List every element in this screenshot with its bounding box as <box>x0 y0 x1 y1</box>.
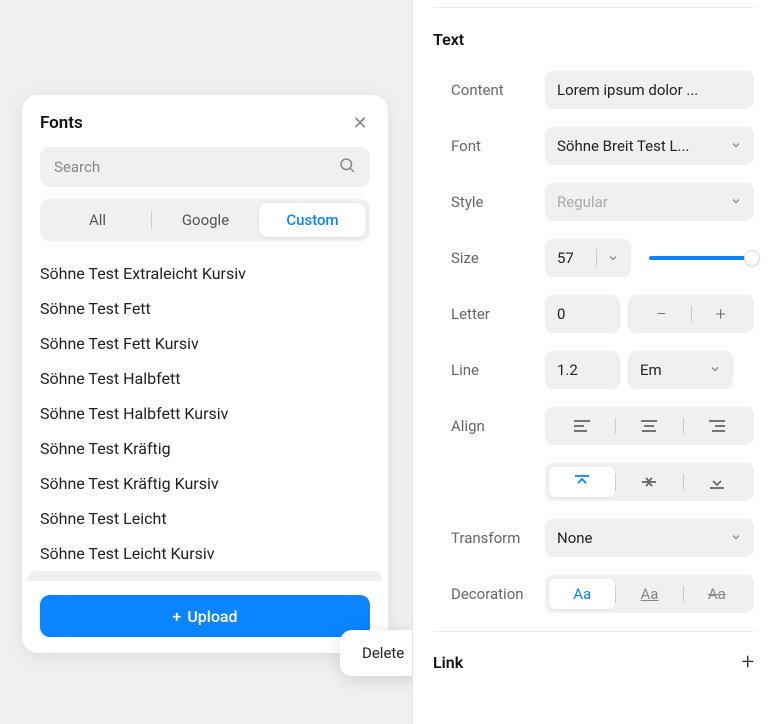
decoration-row: Decoration Aa Aa Aa <box>433 575 754 613</box>
align-label: Align <box>433 417 545 435</box>
font-list[interactable]: Söhne Test Extraleicht Kursiv Söhne Test… <box>22 251 388 581</box>
font-item[interactable]: Söhne Test Leicht Kursiv <box>40 536 370 571</box>
decoration-label: Decoration <box>433 585 545 603</box>
style-dropdown[interactable]: Regular <box>545 183 754 221</box>
tab-custom[interactable]: Custom <box>259 203 366 237</box>
properties-panel: Text Content Lorem ipsum dolor ... Font … <box>412 0 770 724</box>
fonts-panel-header: Fonts ✕ <box>22 113 388 147</box>
slider-track <box>649 256 754 260</box>
font-item[interactable]: Söhne Test Kräftig <box>40 431 370 466</box>
decoration-underline-button[interactable]: Aa <box>616 579 682 609</box>
letter-label: Letter <box>433 305 545 323</box>
size-input[interactable] <box>557 249 592 267</box>
font-item[interactable]: Söhne Test Halbfett Kursiv <box>40 396 370 431</box>
valign-top-button[interactable] <box>549 467 615 497</box>
style-row: Style Regular <box>433 183 754 221</box>
line-label: Line <box>433 361 545 379</box>
upload-button-label: Upload <box>187 607 237 626</box>
content-value: Lorem ipsum dolor ... <box>557 81 698 99</box>
line-input[interactable] <box>545 351 620 389</box>
valign-middle-button[interactable] <box>616 467 682 497</box>
divider <box>596 249 597 267</box>
decoration-strikethrough-button[interactable]: Aa <box>684 579 750 609</box>
line-unit-dropdown[interactable]: Em <box>628 351 733 389</box>
text-section-title: Text <box>433 30 754 49</box>
plus-button[interactable]: + <box>692 304 751 325</box>
font-label: Font <box>433 137 545 155</box>
chevron-down-icon <box>730 529 742 547</box>
search-icon <box>338 156 356 178</box>
align-right-button[interactable] <box>684 411 750 441</box>
font-row: Font Söhne Breit Test L... <box>433 127 754 165</box>
font-item[interactable]: Söhne Test Leicht <box>40 501 370 536</box>
transform-label: Transform <box>433 529 545 547</box>
font-item[interactable]: Söhne Test Fett <box>40 291 370 326</box>
decoration-none-button[interactable]: Aa <box>549 579 615 609</box>
transform-row: Transform None <box>433 519 754 557</box>
size-slider[interactable] <box>649 256 754 260</box>
size-stepper[interactable] <box>545 239 631 277</box>
tab-all[interactable]: All <box>44 203 151 237</box>
content-input[interactable]: Lorem ipsum dolor ... <box>545 71 754 109</box>
font-item[interactable]: Söhne Test Kräftig Kursiv <box>40 466 370 501</box>
line-unit-value: Em <box>640 361 662 379</box>
align-left-button[interactable] <box>549 411 615 441</box>
font-item-label: ThatPaper Medium <box>40 579 176 581</box>
align-center-button[interactable] <box>616 411 682 441</box>
font-value: Söhne Breit Test L... <box>557 137 689 155</box>
size-label: Size <box>433 249 545 267</box>
chevron-down-icon <box>730 137 742 155</box>
link-section: Link + <box>433 631 754 675</box>
font-item[interactable]: Söhne Test Fett Kursiv <box>40 326 370 361</box>
valign-bottom-button[interactable] <box>684 467 750 497</box>
upload-button[interactable]: + Upload <box>40 595 370 637</box>
letter-stepper: − + <box>628 295 754 333</box>
size-row: Size <box>433 239 754 277</box>
style-label: Style <box>433 193 545 211</box>
tab-google[interactable]: Google <box>152 203 259 237</box>
search-input[interactable] <box>54 158 338 176</box>
chevron-down-icon[interactable] <box>601 249 625 268</box>
font-dropdown[interactable]: Söhne Breit Test L... <box>545 127 754 165</box>
link-section-title: Link <box>433 653 463 672</box>
style-value: Regular <box>557 193 608 211</box>
letter-row: Letter − + <box>433 295 754 333</box>
minus-button[interactable]: − <box>632 304 691 325</box>
font-source-tabs: All Google Custom <box>40 199 370 241</box>
chevron-down-icon <box>730 193 742 211</box>
font-item-selected[interactable]: ThatPaper Medium ••• <box>28 571 382 581</box>
more-icon[interactable]: ••• <box>347 579 370 581</box>
plus-icon: + <box>172 607 181 626</box>
panel-divider <box>433 0 754 8</box>
transform-value: None <box>557 529 593 547</box>
content-row: Content Lorem ipsum dolor ... <box>433 71 754 109</box>
line-row: Line Em <box>433 351 754 389</box>
fonts-panel: Fonts ✕ All Google Custom Söhne Test Ext… <box>22 95 388 653</box>
letter-input[interactable] <box>545 295 620 333</box>
font-item[interactable]: Söhne Test Halbfett <box>40 361 370 396</box>
content-label: Content <box>433 81 545 99</box>
valign-row <box>433 463 754 501</box>
text-align-group <box>545 407 754 445</box>
chevron-down-icon <box>709 361 721 379</box>
add-link-button[interactable]: + <box>742 650 754 675</box>
vertical-align-group <box>545 463 754 501</box>
align-row: Align <box>433 407 754 445</box>
transform-dropdown[interactable]: None <box>545 519 754 557</box>
decoration-group: Aa Aa Aa <box>545 575 754 613</box>
search-input-wrap[interactable] <box>40 147 370 187</box>
close-icon[interactable]: ✕ <box>350 113 370 133</box>
font-item[interactable]: Söhne Test Extraleicht Kursiv <box>40 256 370 291</box>
slider-thumb[interactable] <box>744 250 760 266</box>
fonts-panel-title: Fonts <box>40 113 83 133</box>
